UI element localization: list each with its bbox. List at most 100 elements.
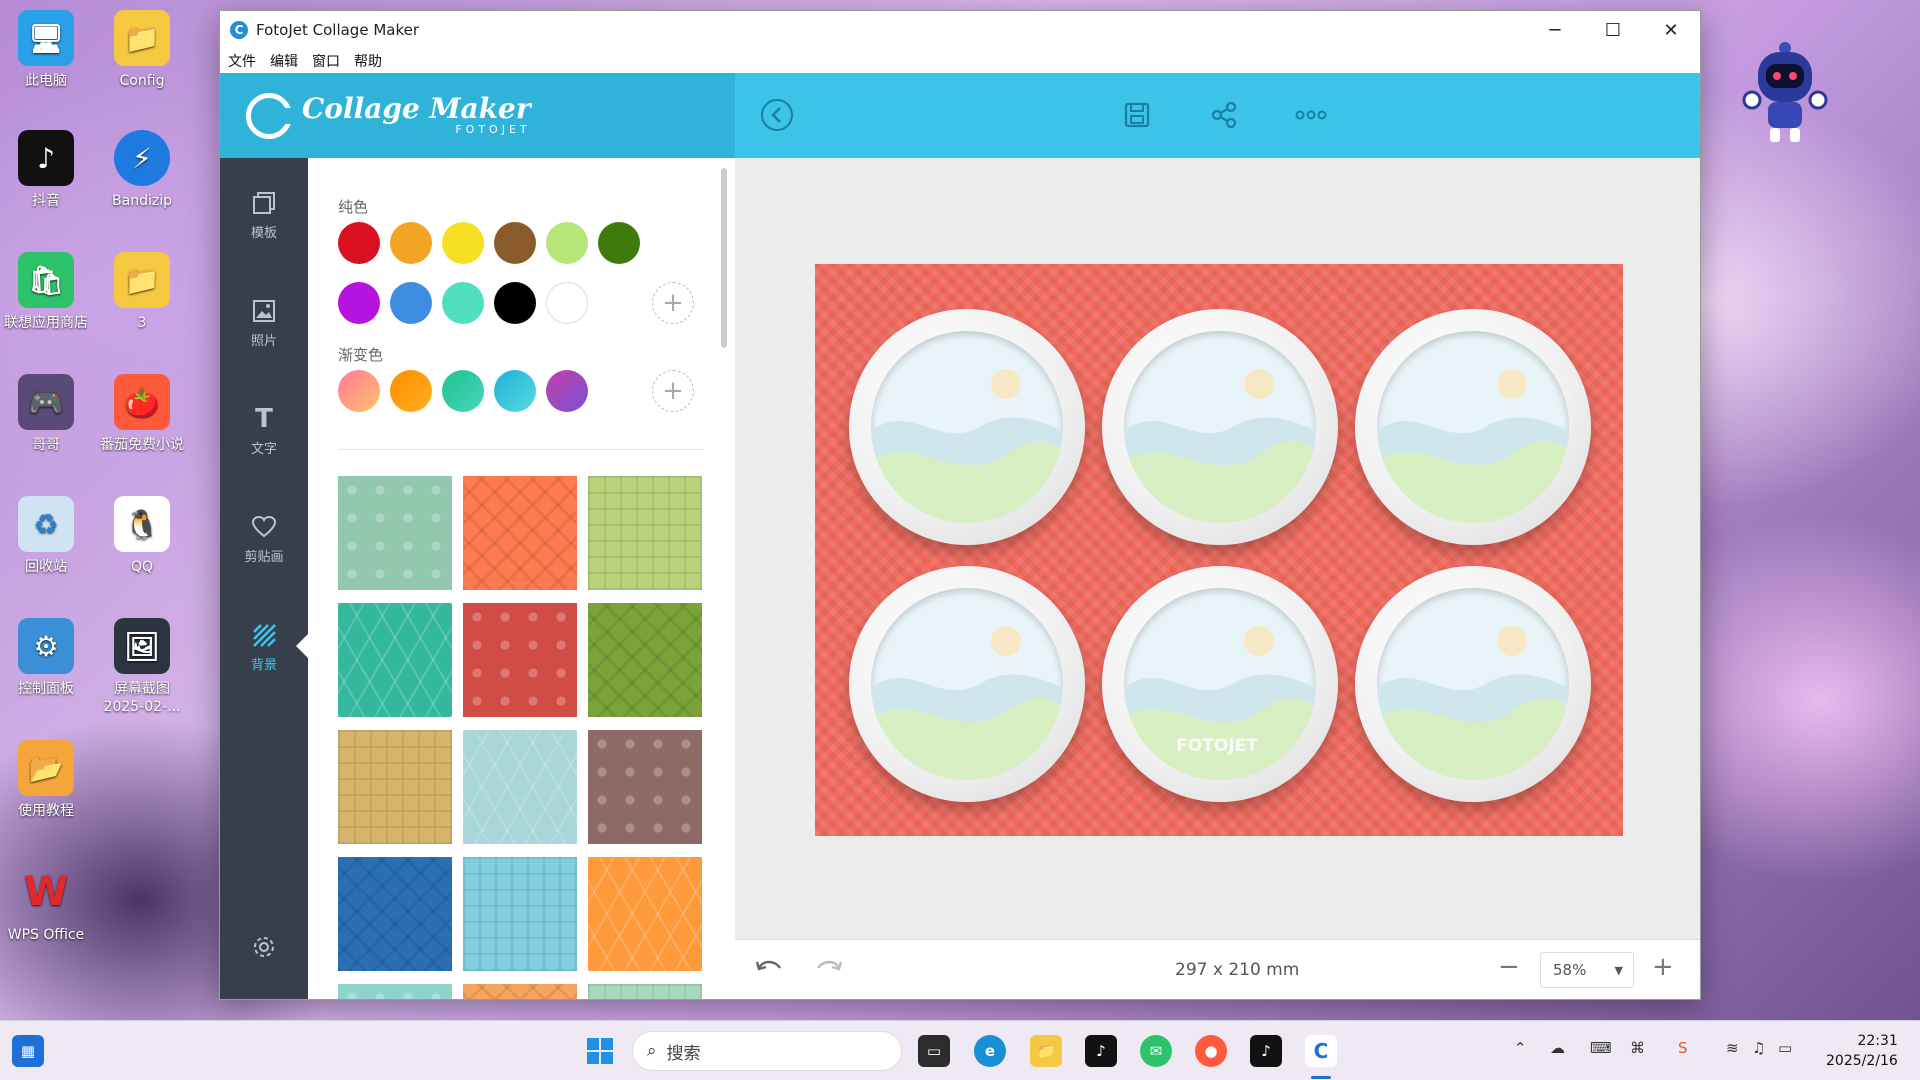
tomato-taskbar-icon[interactable]: ● [1195,1035,1227,1067]
gradient-swatch[interactable] [494,370,536,412]
keyboard-icon[interactable]: ⌨ [1590,1039,1612,1057]
tray-overflow-icon[interactable]: ⌃ [1514,1039,1527,1057]
battery-icon[interactable]: ▭ [1778,1039,1792,1057]
desktop-icon-folder-3[interactable]: 📁 3 [96,252,188,332]
solid-color-swatch[interactable] [598,222,640,264]
search-placeholder: 搜索 [666,1043,701,1064]
desktop-icon-lenovo-store[interactable]: 🛍 联想应用商店 [0,252,92,332]
more-button[interactable] [1291,95,1331,135]
start-button[interactable] [584,1035,616,1067]
system-clock[interactable]: 22:31 2025/2/16 [1826,1031,1898,1071]
solid-color-swatch[interactable] [546,222,588,264]
solid-color-swatch[interactable] [338,222,380,264]
desktop-icon-recycle-bin[interactable]: ♻ 回收站 [0,496,92,576]
undo-button[interactable] [755,956,783,982]
desktop-icon-gege[interactable]: 🎮 哥哥 [0,374,92,454]
menu-edit[interactable]: 编辑 [270,51,298,71]
background-pattern-tile[interactable] [338,857,452,971]
desktop-icon-fanqie[interactable]: 🍅 番茄免费小说 [96,374,188,454]
gradient-swatch[interactable] [338,370,380,412]
panel-scrollbar[interactable] [721,168,727,348]
share-button[interactable] [1204,95,1244,135]
back-button[interactable] [757,95,797,135]
background-pattern-tile[interactable] [463,984,577,999]
douyin-taskbar-icon[interactable]: ♪ [1085,1035,1117,1067]
desktop-icon-this-pc[interactable]: 🖥 此电脑 [0,10,92,90]
add-gradient-button[interactable]: + [652,370,694,412]
background-pattern-tile[interactable] [588,857,702,971]
mascot-widget[interactable] [1740,36,1830,146]
wifi-icon[interactable]: ≋ [1726,1039,1739,1057]
desktop-icon-screenshot[interactable]: 🖼 屏幕截图 2025-02-... [96,618,188,716]
desktop-icon-douyin[interactable]: ♪ 抖音 [0,130,92,210]
background-pattern-tile[interactable] [338,476,452,590]
background-pattern-tile[interactable] [588,984,702,999]
background-pattern-tile[interactable] [588,730,702,844]
menu-file[interactable]: 文件 [228,51,256,71]
nav-background[interactable]: 背景 [220,620,308,673]
desktop-icon-config[interactable]: 📁 Config [96,10,188,90]
photo-frame-slot[interactable] [1355,566,1591,802]
fotojet-taskbar-icon[interactable]: C [1305,1035,1337,1067]
gradient-swatch[interactable] [390,370,432,412]
sogou-icon[interactable]: S [1678,1039,1688,1057]
maximize-button[interactable]: ☐ [1584,11,1642,49]
title-bar[interactable]: C FotoJet Collage Maker ─ ☐ ✕ [220,11,1700,49]
solid-color-swatch[interactable] [546,282,588,324]
file-explorer-icon[interactable]: 📁 [1030,1035,1062,1067]
solid-color-swatch[interactable] [390,222,432,264]
douyin-taskbar-icon-2[interactable]: ♪ [1250,1035,1282,1067]
background-pattern-tile[interactable] [338,984,452,999]
menu-window[interactable]: 窗口 [312,51,340,71]
desktop-icon-qq[interactable]: 🐧 QQ [96,496,188,576]
nav-template[interactable]: 模板 [220,188,308,241]
solid-color-swatch[interactable] [390,282,432,324]
photo-frame-slot[interactable] [849,309,1085,545]
nav-text[interactable]: T 文字 [220,404,308,457]
redo-button[interactable] [815,956,843,982]
solid-color-swatch[interactable] [494,282,536,324]
solid-color-swatch[interactable] [494,222,536,264]
solid-color-swatch[interactable] [338,282,380,324]
settings-button[interactable] [220,932,308,966]
solid-color-swatch[interactable] [442,222,484,264]
desktop-icon-control-panel[interactable]: ⚙ 控制面板 [0,618,92,698]
minimize-button[interactable]: ─ [1526,11,1584,49]
background-pattern-tile[interactable] [338,730,452,844]
volume-icon[interactable]: ♫ [1752,1039,1765,1057]
background-pattern-tile[interactable] [463,730,577,844]
background-pattern-tile[interactable] [463,857,577,971]
collage-canvas[interactable]: FOTOJET [815,264,1623,836]
task-view-icon[interactable]: ▭ [918,1035,950,1067]
zoom-select[interactable]: 58% ▼ [1540,952,1634,988]
onedrive-icon[interactable]: ☁ [1550,1039,1565,1057]
background-pattern-tile[interactable] [588,476,702,590]
nav-photo[interactable]: 照片 [220,296,308,349]
ime-icon[interactable]: ⌘ [1630,1039,1645,1057]
gradient-swatch[interactable] [546,370,588,412]
background-pattern-tile[interactable] [588,603,702,717]
photo-frame-slot[interactable] [1102,566,1338,802]
close-button[interactable]: ✕ [1642,11,1700,49]
add-solid-color-button[interactable]: + [652,282,694,324]
desktop-icon-wps[interactable]: W WPS Office [0,864,92,944]
nav-clipart[interactable]: 剪贴画 [220,512,308,565]
gradient-swatch[interactable] [442,370,484,412]
menu-help[interactable]: 帮助 [354,51,382,71]
background-pattern-tile[interactable] [338,603,452,717]
solid-color-swatch[interactable] [442,282,484,324]
edge-icon[interactable]: e [974,1035,1006,1067]
photo-frame-slot[interactable] [1355,309,1591,545]
background-pattern-tile[interactable] [463,603,577,717]
save-button[interactable] [1117,95,1157,135]
widgets-icon[interactable]: ▦ [12,1035,44,1067]
wechat-icon[interactable]: ✉ [1140,1035,1172,1067]
background-pattern-tile[interactable] [463,476,577,590]
desktop-icon-bandizip[interactable]: ⚡ Bandizip [96,130,188,210]
photo-frame-slot[interactable] [849,566,1085,802]
desktop-icon-tutorial[interactable]: 📂 使用教程 [0,740,92,820]
zoom-out-button[interactable]: − [1498,952,1520,982]
photo-frame-slot[interactable] [1102,309,1338,545]
taskbar-search[interactable]: ⌕ 搜索 [632,1031,902,1071]
zoom-in-button[interactable]: + [1652,952,1674,982]
